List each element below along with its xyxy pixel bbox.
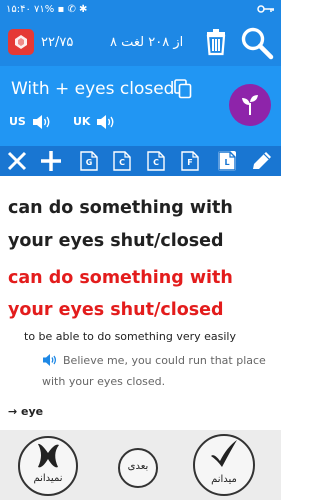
- search-icon[interactable]: [240, 26, 274, 60]
- phrase-highlight: can do something with your eyes shut/clo…: [8, 268, 233, 320]
- battery-level: ۷۱%: [34, 4, 55, 15]
- status-bar: ۱۵:۴۰ ۷۱% ▪ ✆ ✱: [0, 0, 281, 20]
- add-icon[interactable]: [39, 150, 63, 172]
- leitner-plant-button[interactable]: [229, 84, 271, 126]
- phrase-heading: can do something with your eyes shut/clo…: [8, 198, 233, 251]
- know-label: میدانم: [211, 474, 237, 485]
- trash-icon[interactable]: [203, 28, 229, 56]
- dictionary-file-g[interactable]: G: [80, 151, 98, 171]
- word-bar: With + eyes closed US UK: [0, 66, 281, 146]
- know-button[interactable]: میدانم: [193, 434, 255, 496]
- answer-bar: نمیدانم بعدی میدانم: [0, 430, 281, 500]
- next-label: بعدی: [127, 461, 149, 472]
- speaker-icon[interactable]: [42, 353, 58, 367]
- copy-icon[interactable]: [174, 79, 192, 99]
- check-mark-icon: [211, 440, 237, 467]
- related-word-link[interactable]: → eye: [8, 405, 43, 418]
- status-indicators: ▪ ✆ ✱: [57, 4, 88, 15]
- dictionary-file-c[interactable]: C: [113, 151, 131, 171]
- us-label: US: [9, 115, 26, 128]
- status-time: ۱۵:۴۰: [6, 4, 31, 15]
- example-text: Believe me, you could run that place wit…: [42, 354, 266, 388]
- pronounce-uk-button[interactable]: UK: [73, 114, 116, 130]
- file-letter: F: [187, 158, 193, 167]
- word-title: With + eyes closed: [11, 79, 175, 99]
- x-mark-icon: [38, 443, 59, 468]
- definition-text: to be able to do something very easily: [24, 330, 236, 343]
- ruby-badge[interactable]: [8, 29, 34, 55]
- score-value: ۲۲/۷۵: [41, 35, 74, 50]
- uk-label: UK: [73, 115, 91, 128]
- card-toolbar: G C C F L: [0, 146, 281, 176]
- dictionary-file-c2[interactable]: C: [147, 151, 165, 171]
- word-counter: ۸ از ۲۰۸ لغت: [110, 35, 184, 50]
- dont-know-label: نمیدانم: [33, 473, 63, 484]
- speaker-icon: [32, 115, 50, 129]
- file-letter: L: [224, 158, 230, 167]
- pencil-icon[interactable]: [250, 150, 274, 172]
- file-letter: C: [119, 158, 125, 167]
- sprout-icon: [242, 95, 258, 115]
- next-button[interactable]: بعدی: [118, 448, 158, 488]
- card-content: can do something with your eyes shut/clo…: [0, 176, 281, 430]
- pronounce-us-button[interactable]: US: [9, 114, 52, 130]
- gem-icon: [15, 35, 27, 49]
- key-icon: [257, 3, 275, 18]
- status-left: ۱۵:۴۰ ۷۱% ▪ ✆ ✱: [6, 4, 87, 15]
- app-header: ۲۲/۷۵ ۸ از ۲۰۸ لغت: [0, 20, 281, 66]
- file-letter: C: [153, 158, 159, 167]
- dont-know-button[interactable]: نمیدانم: [18, 436, 78, 496]
- speaker-icon: [97, 115, 114, 129]
- close-icon[interactable]: [6, 150, 28, 172]
- dictionary-file-f[interactable]: F: [181, 151, 199, 171]
- dictionary-file-l[interactable]: L: [218, 151, 236, 171]
- example-sentence: Believe me, you could run that place wit…: [42, 350, 267, 392]
- file-letter: G: [85, 158, 93, 167]
